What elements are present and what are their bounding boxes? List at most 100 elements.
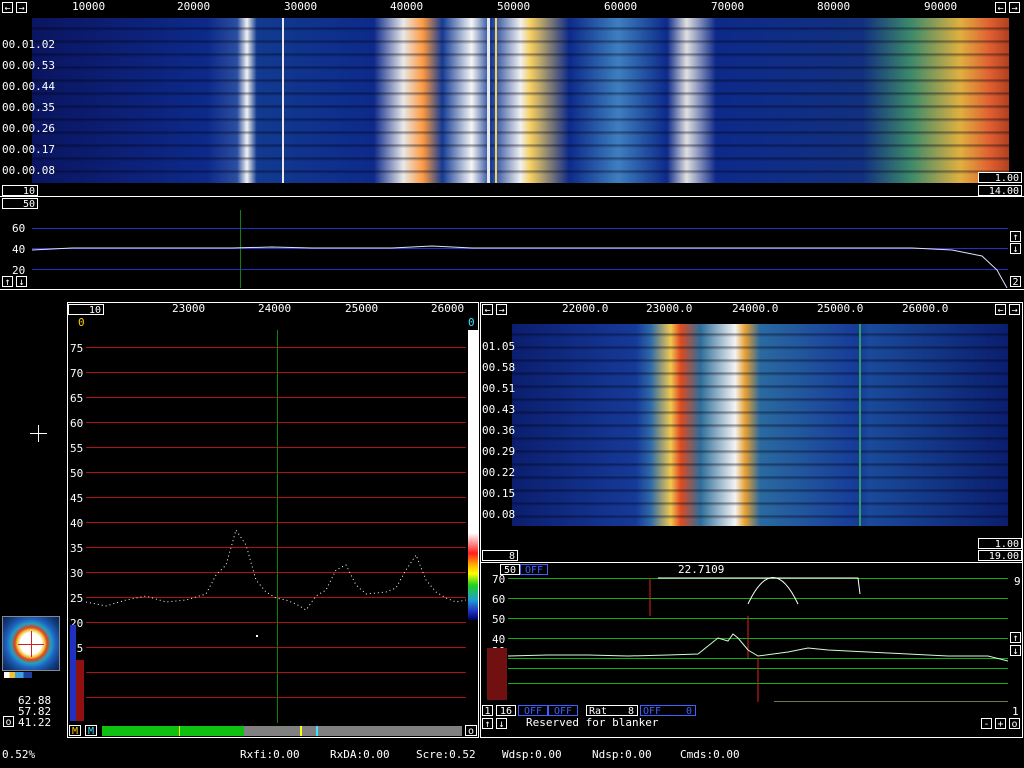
freq-label: 90000 <box>924 0 958 13</box>
top-spectrum-graph[interactable] <box>32 210 1008 288</box>
spectrum-y-label: 60 <box>12 222 26 235</box>
scale-up-arrow-icon[interactable]: ↑ <box>2 276 13 288</box>
high-res-spectrum-graph[interactable] <box>508 576 1008 702</box>
time-label: 00.00.53 <box>2 59 55 72</box>
spectrum-mode-button[interactable]: 2 <box>1010 276 1021 288</box>
freq-label: 10000 <box>72 0 106 13</box>
freq-label: 70000 <box>711 0 745 13</box>
freq-label: 26000 <box>431 302 465 315</box>
baseband-y-label: 50 <box>70 467 84 480</box>
high-res-waterfall-display[interactable] <box>512 324 1008 526</box>
level-marker-left: 0 <box>78 316 85 329</box>
progress-track[interactable] <box>102 726 462 736</box>
rate-control[interactable]: Rat 8 <box>586 705 638 717</box>
time-label: 01.05 <box>482 340 516 353</box>
time-label: 00.22 <box>482 466 516 479</box>
scale-down-arrow-icon[interactable]: ↓ <box>1010 645 1021 657</box>
freq-label: 30000 <box>284 0 318 13</box>
status-ndsp: Ndsp:0.00 <box>592 748 652 761</box>
scope-color-strip <box>4 672 32 678</box>
freq-label: 23000.0 <box>646 302 693 315</box>
scale-up-arrow-icon[interactable]: ↑ <box>482 718 493 730</box>
scroll-left-arrow-icon[interactable]: ← <box>995 304 1006 316</box>
scroll-right-arrow-icon[interactable]: → <box>1009 2 1020 14</box>
options-button[interactable]: o <box>1009 718 1020 730</box>
spectrum-average-input[interactable]: 50 <box>2 198 38 210</box>
blanker-status-text: Reserved for blanker <box>526 716 659 729</box>
polar-scope-display[interactable] <box>2 616 60 671</box>
progress-fill <box>102 726 244 736</box>
level-marker-right: 0 <box>468 316 475 329</box>
scroll-right-arrow-icon[interactable]: → <box>16 2 27 14</box>
status-cmds: Cmds:0.00 <box>680 748 740 761</box>
scale-down-arrow-icon[interactable]: ↓ <box>16 276 27 288</box>
scale-down-arrow-icon[interactable]: ↓ <box>1010 243 1021 255</box>
time-label: 00.15 <box>482 487 516 500</box>
spectrum-y-label: 70 <box>492 573 506 586</box>
time-label: 00.43 <box>482 403 516 416</box>
baseband-y-label: 25 <box>70 592 84 605</box>
top-frequency-scale[interactable]: 10000 20000 30000 40000 50000 60000 7000… <box>32 0 992 18</box>
option-toggle-1[interactable]: OFF <box>518 705 548 717</box>
waterfall-brightness-input[interactable]: 14.00 <box>978 185 1022 197</box>
time-label: 00.51 <box>482 382 516 395</box>
waterfall-contrast-input[interactable]: 1.00 <box>978 538 1022 550</box>
scroll-left-arrow-icon[interactable]: ← <box>995 2 1006 14</box>
freq-label: 80000 <box>817 0 851 13</box>
scroll-right-arrow-icon[interactable]: → <box>1009 304 1020 316</box>
waterfall-contrast-input[interactable]: 1.00 <box>978 172 1022 184</box>
spectrum-trace <box>32 245 1008 288</box>
cpu-load: 0.52% <box>2 748 36 761</box>
status-rxfi: Rxfi:0.00 <box>240 748 300 761</box>
panel-number: 1 <box>1012 705 1019 718</box>
baseband-zoom-input[interactable]: 10 <box>68 304 104 316</box>
mode-button-1[interactable]: M <box>69 725 81 737</box>
meter-options-button[interactable]: o <box>3 716 14 728</box>
time-label: 00.00.17 <box>2 143 55 156</box>
freq-label: 20000 <box>177 0 211 13</box>
option-toggle-3[interactable]: OFF 0 <box>640 705 696 717</box>
time-label: 00.29 <box>482 445 516 458</box>
zoom-out-button[interactable]: - <box>981 718 992 730</box>
waterfall-brightness-input[interactable]: 19.00 <box>978 550 1022 562</box>
freq-label: 24000 <box>258 302 292 315</box>
time-label: 00.00.08 <box>2 164 55 177</box>
waterfall-gain-input[interactable]: 8 <box>482 550 518 562</box>
channel-button[interactable]: 1 <box>482 705 493 717</box>
top-waterfall-display[interactable] <box>32 18 1009 183</box>
scroll-left-arrow-icon[interactable]: ← <box>482 304 493 316</box>
scroll-left-arrow-icon[interactable]: ← <box>2 2 13 14</box>
afc-toggle-button[interactable]: OFF <box>520 564 548 576</box>
scale-up-arrow-icon[interactable]: ↑ <box>1010 632 1021 644</box>
scale-up-arrow-icon[interactable]: ↑ <box>1010 231 1021 243</box>
options-button[interactable]: o <box>465 725 477 737</box>
waterfall-gain-input[interactable]: 10 <box>2 185 38 197</box>
zoom-in-button[interactable]: + <box>995 718 1006 730</box>
baseband-y-label: 45 <box>70 492 84 505</box>
fft-size-input[interactable]: 16 <box>496 705 516 717</box>
time-label: 00.00.26 <box>2 122 55 135</box>
level-bar-red <box>76 660 84 721</box>
freq-label: 50000 <box>497 0 531 13</box>
mode-button-2[interactable]: M <box>85 725 97 737</box>
freq-label: 25000.0 <box>817 302 864 315</box>
signal-level-bar <box>487 648 507 700</box>
spectrum-right-value: 9 <box>1014 575 1021 588</box>
crosshair-cursor-icon <box>30 425 47 442</box>
scroll-right-arrow-icon[interactable]: → <box>496 304 507 316</box>
spectrum-y-label: 50 <box>492 613 506 626</box>
status-rxda: RxDA:0.00 <box>330 748 390 761</box>
baseband-y-label: 30 <box>70 567 84 580</box>
time-label: 00.01.02 <box>2 38 55 51</box>
status-scre: Scre:0.52 <box>416 748 476 761</box>
option-toggle-2[interactable]: OFF <box>548 705 578 717</box>
time-label: 00.00.35 <box>2 101 55 114</box>
freq-label: 22000.0 <box>562 302 609 315</box>
baseband-y-label: 60 <box>70 417 84 430</box>
scale-down-arrow-icon[interactable]: ↓ <box>496 718 507 730</box>
baseband-plot-area[interactable] <box>86 330 466 723</box>
freq-label: 25000 <box>345 302 379 315</box>
spectrum-y-label: 60 <box>492 593 506 606</box>
meter-value: 41.22 <box>18 716 52 729</box>
time-label: 00.08 <box>482 508 516 521</box>
